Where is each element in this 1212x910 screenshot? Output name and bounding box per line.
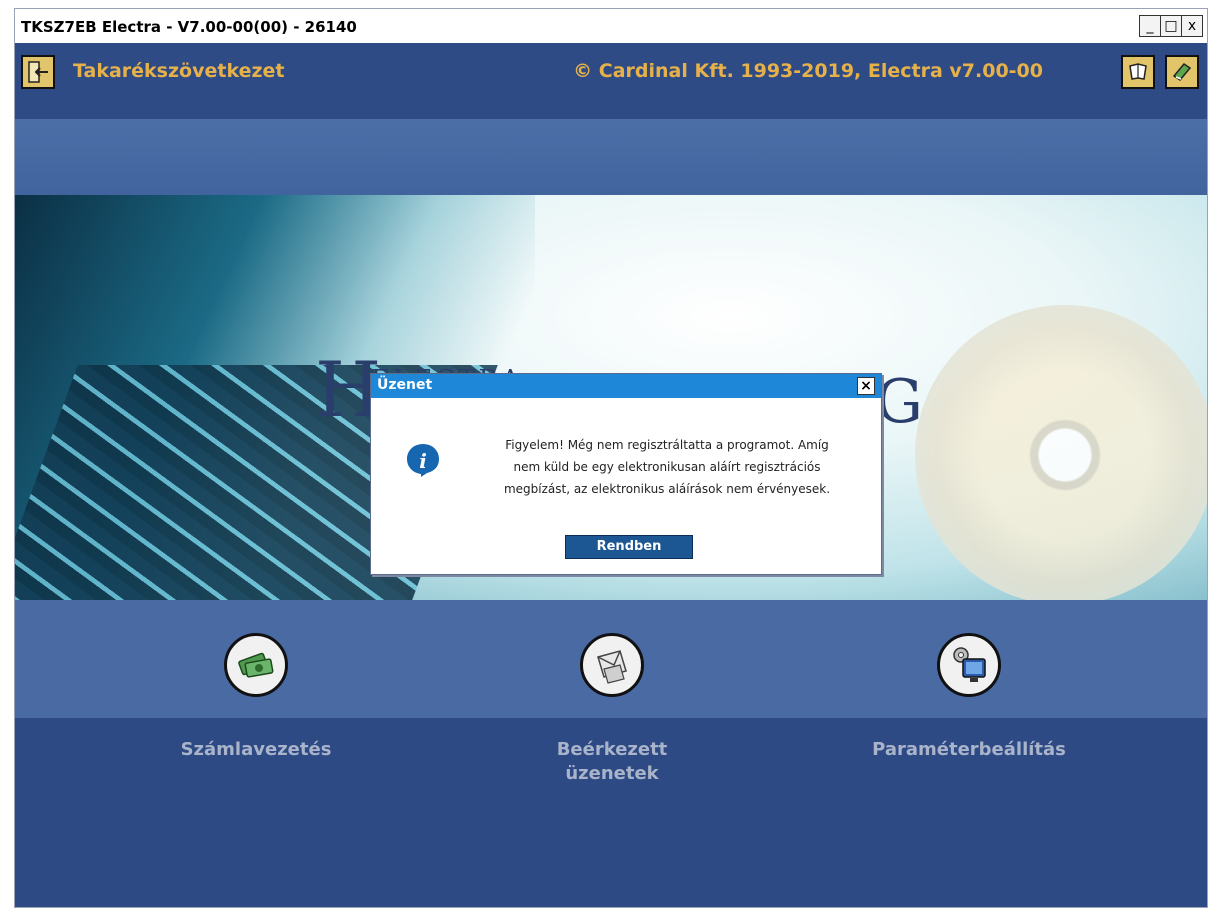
accounting-module-icon-button[interactable] [224,633,288,697]
logo-letter-right: G [875,367,923,437]
top-band [15,119,1207,195]
dialog-message-line: Figyelem! Még nem regisztráltatta a prog… [505,438,829,452]
manual-button[interactable] [1165,55,1199,89]
dialog-titlebar: Üzenet × [371,374,881,398]
organization-name: Takarékszövetkezet [73,60,285,82]
cd-disc-image [915,305,1207,600]
green-book-icon [1172,63,1192,81]
module-label-messages[interactable]: Beérkezett üzenetek [482,738,742,786]
window-titlebar: TKSZ7EB Electra - V7.00-00(00) - 26140 _… [15,9,1207,43]
module-label-settings[interactable]: Paraméterbeállítás [839,738,1099,762]
ok-button[interactable]: Rendben [565,535,693,559]
copyright-text: © Cardinal Kft. 1993-2019, Electra v7.00… [573,60,1043,82]
dialog-message-line: nem küld be egy elektronikusan aláírt re… [513,460,821,474]
dialog-message-line: megbízást, az elektronikus aláírások nem… [503,482,831,496]
window-title: TKSZ7EB Electra - V7.00-00(00) - 26140 [21,18,357,36]
money-icon [238,652,274,678]
message-dialog: Üzenet × i Figyelem! Még nem regisztrált… [370,373,882,575]
messages-module-icon-button[interactable] [580,633,644,697]
book-icon [1129,63,1147,80]
dialog-message: Figyelem! Még nem regisztráltatta a prog… [467,434,867,500]
help-button[interactable] [1121,55,1155,89]
envelope-icon [597,650,627,684]
svg-text:i: i [419,449,427,473]
settings-module-icon-button[interactable] [937,633,1001,697]
dialog-close-button[interactable]: × [857,377,875,395]
app-header: Takarékszövetkezet © Cardinal Kft. 1993-… [15,43,1207,119]
module-label-messages-text: Beérkezett üzenetek [556,739,668,784]
dialog-title: Üzenet [377,377,433,393]
module-label-accounting[interactable]: Számlavezetés [126,738,386,762]
window-controls: _ □ x [1139,15,1203,37]
exit-door-icon [28,61,48,83]
maximize-button[interactable]: □ [1160,15,1182,37]
app-window: TKSZ7EB Electra - V7.00-00(00) - 26140 _… [14,8,1208,908]
info-icon: i [407,444,439,477]
exit-button[interactable] [21,55,55,89]
minimize-button[interactable]: _ [1139,15,1161,37]
settings-monitor-icon [953,647,986,682]
close-button[interactable]: x [1181,15,1203,37]
